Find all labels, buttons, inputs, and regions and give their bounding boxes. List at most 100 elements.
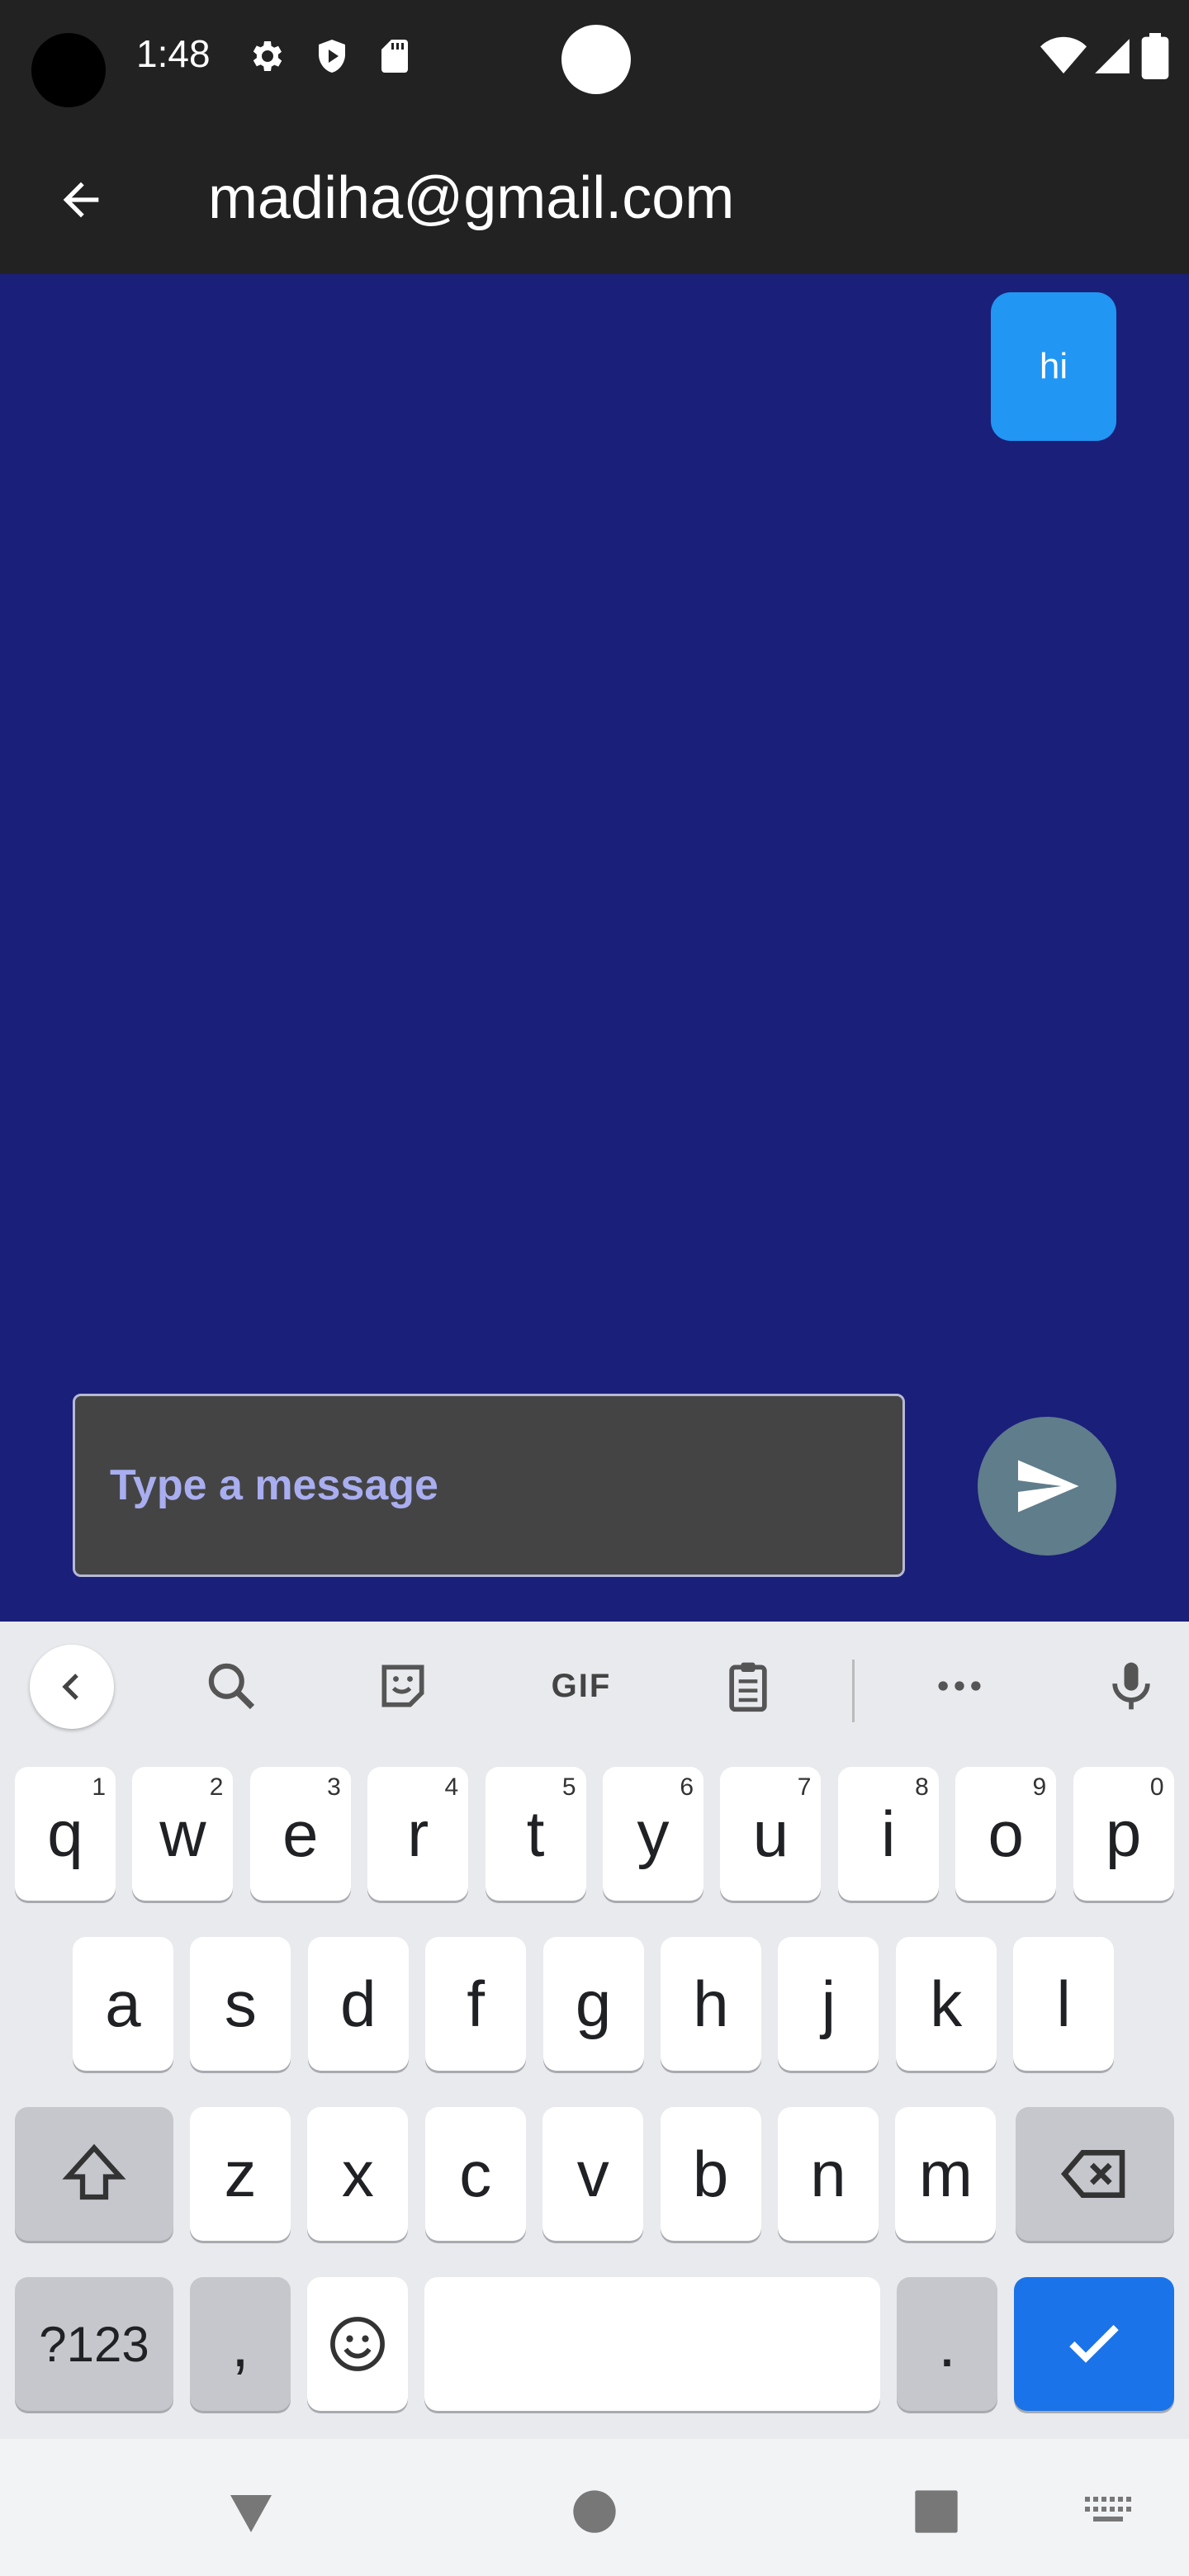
key-hint: 7	[797, 1773, 812, 1801]
key-n[interactable]: n	[778, 2107, 879, 2241]
clipboard-icon	[729, 1662, 767, 1712]
emoji-key[interactable]	[307, 2277, 408, 2411]
keyboard-switch-button[interactable]	[1077, 2479, 1143, 2545]
key-i[interactable]: 8i	[837, 1767, 939, 1901]
battery-icon	[1141, 33, 1169, 79]
key-k[interactable]: k	[895, 1937, 997, 2071]
key-hint: 3	[327, 1773, 341, 1801]
key-y[interactable]: 6y	[603, 1767, 703, 1901]
page-title: madiha@gmail.com	[208, 165, 735, 231]
settings-icon	[253, 41, 282, 71]
keyboard-icon	[1085, 2497, 1131, 2522]
app-bar: madiha@gmail.com	[0, 116, 1189, 274]
shield-icon	[319, 40, 345, 73]
comma-key[interactable]: ,	[190, 2277, 291, 2411]
key-hint: 9	[1032, 1773, 1047, 1801]
key-label: p	[1105, 1797, 1142, 1870]
key-label: w	[159, 1797, 206, 1870]
mic-icon	[1112, 1662, 1150, 1710]
message-bubble[interactable]: hi	[991, 292, 1116, 441]
key-s[interactable]: s	[190, 1937, 291, 2071]
key-j[interactable]: j	[778, 1937, 879, 2071]
key-label: u	[752, 1797, 789, 1870]
nav-home-icon	[573, 2490, 616, 2533]
toolbar-clipboard-button[interactable]	[707, 1645, 789, 1727]
toolbar-gif-button[interactable]: GIF	[532, 1645, 631, 1727]
nav-back-button[interactable]	[218, 2479, 284, 2545]
toolbar-collapse-button[interactable]	[30, 1645, 114, 1729]
sticker-icon	[381, 1664, 424, 1707]
system-nav-bar	[0, 2439, 1189, 2576]
key-d[interactable]: d	[307, 1937, 409, 2071]
key-hint: 5	[561, 1773, 576, 1801]
back-button[interactable]	[40, 159, 122, 241]
toolbar-mic-button[interactable]	[1090, 1645, 1172, 1727]
check-icon	[1069, 2324, 1119, 2363]
key-label: i	[881, 1797, 896, 1870]
shift-key[interactable]	[15, 2107, 173, 2241]
key-h[interactable]: h	[661, 1937, 761, 2071]
soft-keyboard: GIF 1q2w3e4r5t6y7u8i9o0p asdfghjkl z x c…	[0, 1622, 1189, 2439]
key-t[interactable]: 5t	[485, 1767, 586, 1901]
gif-icon: GIF	[551, 1667, 612, 1704]
send-icon	[1018, 1460, 1079, 1513]
key-o[interactable]: 9o	[955, 1767, 1057, 1901]
nav-recents-icon	[915, 2490, 958, 2533]
shift-icon	[62, 2143, 126, 2200]
key-hint: 0	[1149, 1773, 1164, 1801]
key-g[interactable]: g	[542, 1937, 644, 2071]
nav-recents-button[interactable]	[903, 2479, 969, 2545]
enter-key[interactable]	[1014, 2277, 1174, 2411]
more-icon	[938, 1681, 981, 1691]
key-m[interactable]: m	[895, 2107, 997, 2241]
toolbar-more-button[interactable]	[918, 1645, 1001, 1727]
message-input-container[interactable]	[73, 1394, 905, 1577]
key-a[interactable]: a	[73, 1937, 173, 2071]
key-hint: 8	[915, 1773, 929, 1801]
send-button[interactable]	[978, 1417, 1116, 1556]
backspace-icon	[1060, 2150, 1125, 2198]
emoji-icon	[330, 2317, 385, 2371]
key-w[interactable]: 2w	[132, 1767, 234, 1901]
signal-icon	[1095, 39, 1130, 73]
key-e[interactable]: 3e	[249, 1767, 351, 1901]
key-c[interactable]: c	[424, 2107, 526, 2241]
keyboard-toolbar: GIF	[0, 1622, 1189, 1752]
symbols-key[interactable]: ?123	[15, 2277, 173, 2411]
key-label: o	[988, 1797, 1024, 1870]
key-f[interactable]: f	[425, 1937, 527, 2071]
key-p[interactable]: 0p	[1073, 1767, 1174, 1901]
nav-home-button[interactable]	[561, 2479, 628, 2545]
toolbar-sticker-button[interactable]	[362, 1645, 444, 1727]
toolbar-divider	[852, 1660, 855, 1722]
front-camera	[31, 33, 106, 107]
key-hint: 1	[92, 1773, 106, 1801]
notch-indicator	[561, 25, 631, 94]
key-label: t	[526, 1797, 545, 1870]
key-hint: 2	[209, 1773, 224, 1801]
search-icon	[208, 1663, 255, 1710]
chat-area[interactable]: hi	[0, 274, 1189, 1622]
sd-card-icon	[381, 40, 408, 73]
key-label: r	[407, 1797, 429, 1870]
key-u[interactable]: 7u	[720, 1767, 822, 1901]
key-v[interactable]: v	[542, 2107, 644, 2241]
status-bar: 1:48	[0, 0, 1189, 116]
toolbar-search-button[interactable]	[190, 1645, 272, 1727]
backspace-key[interactable]	[1016, 2107, 1174, 2241]
key-q[interactable]: 1q	[15, 1767, 116, 1901]
space-key[interactable]	[424, 2277, 880, 2411]
period-key[interactable]: .	[897, 2277, 997, 2411]
wifi-icon	[1040, 36, 1087, 73]
chevron-left-icon	[62, 1674, 78, 1700]
key-hint: 4	[444, 1773, 459, 1801]
key-label: e	[282, 1797, 319, 1870]
key-label: q	[47, 1797, 83, 1870]
key-z[interactable]: z	[190, 2107, 291, 2241]
key-r[interactable]: 4r	[367, 1767, 469, 1901]
key-l[interactable]: l	[1013, 1937, 1115, 2071]
message-input[interactable]	[75, 1396, 902, 1574]
key-x[interactable]: x	[307, 2107, 409, 2241]
key-hint: 6	[680, 1773, 694, 1801]
key-b[interactable]: b	[660, 2107, 761, 2241]
